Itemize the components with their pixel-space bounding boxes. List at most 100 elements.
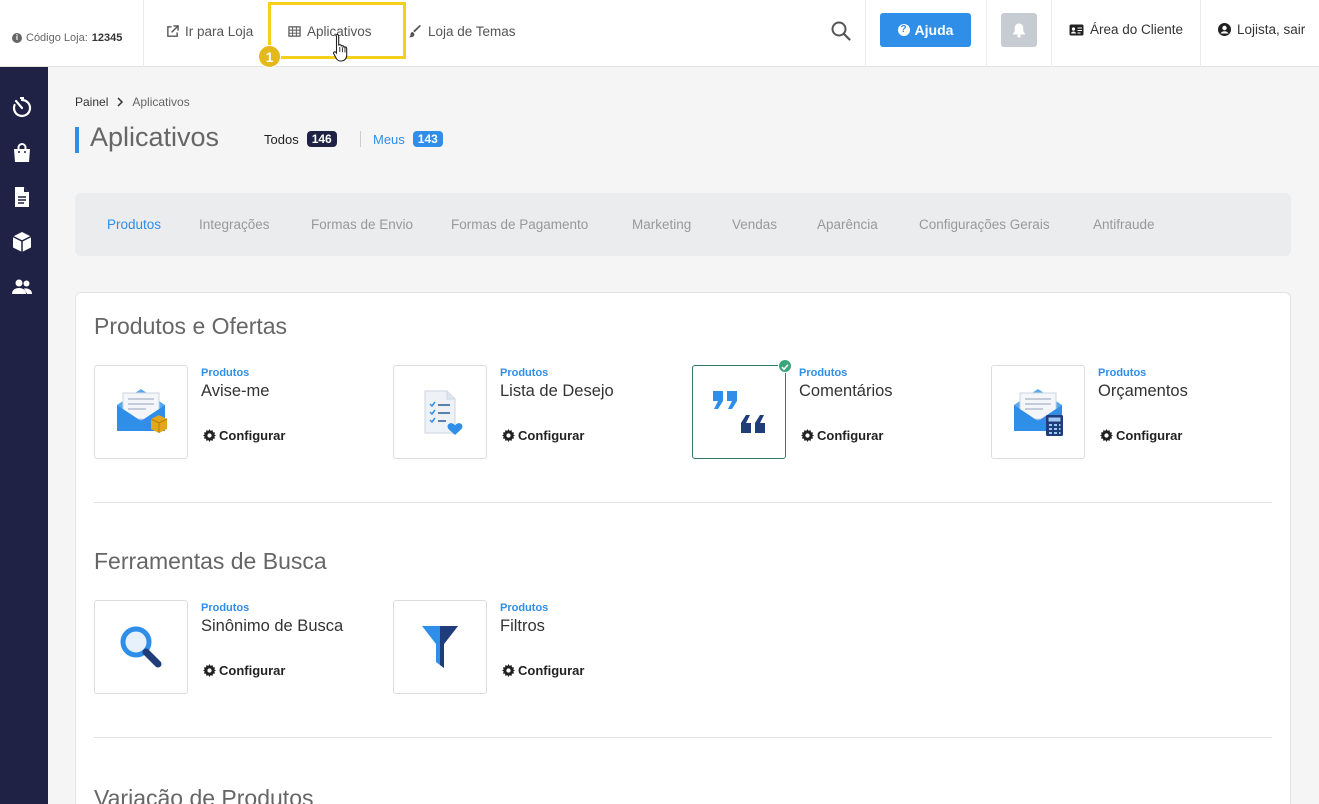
- users-icon: [12, 279, 32, 294]
- tab-marketing[interactable]: Marketing: [632, 217, 691, 232]
- gear-icon: [203, 664, 216, 677]
- app-name: Filtros: [500, 617, 545, 635]
- app-name: Orçamentos: [1098, 382, 1188, 400]
- app-category: Produtos: [500, 602, 549, 614]
- go-to-store-link[interactable]: Ir para Loja: [166, 22, 253, 40]
- sidebar-item-customers[interactable]: [10, 275, 34, 299]
- sidebar-item-content[interactable]: [10, 185, 34, 209]
- shopping-bag-icon: [14, 143, 30, 162]
- theme-store-link[interactable]: Loja de Temas: [409, 22, 516, 40]
- app-name: Comentários: [799, 382, 893, 400]
- configure-button[interactable]: Configurar: [203, 428, 285, 443]
- app-thumbnail[interactable]: [692, 359, 792, 459]
- app-thumbnail[interactable]: [94, 600, 188, 694]
- divider: [1051, 0, 1052, 67]
- gear-icon: [203, 429, 216, 442]
- configure-button[interactable]: Configurar: [203, 663, 285, 678]
- breadcrumb: Painel Aplicativos: [75, 95, 190, 109]
- filter-mine-label: Meus: [373, 131, 405, 147]
- gear-icon: [1100, 429, 1113, 442]
- document-icon: [15, 187, 29, 207]
- configure-label: Configurar: [1116, 428, 1183, 443]
- app-category: Produtos: [500, 367, 549, 379]
- divider: [865, 0, 866, 67]
- gear-icon: [502, 664, 515, 677]
- divider: [1200, 0, 1201, 67]
- configure-label: Configurar: [219, 428, 286, 443]
- app-name: Sinônimo de Busca: [201, 617, 344, 635]
- app-thumbnail[interactable]: [94, 365, 188, 459]
- envelope-calculator-icon: [1014, 389, 1063, 436]
- app-name: Avise-me: [201, 382, 270, 400]
- chevron-right-icon: [117, 97, 124, 107]
- info-icon: i: [12, 33, 22, 43]
- divider: [143, 0, 144, 67]
- wishlist-icon: [424, 390, 463, 435]
- section-divider: [94, 502, 1272, 503]
- go-to-store-label: Ir para Loja: [185, 23, 254, 39]
- section-title: Variação de Produtos: [94, 785, 314, 804]
- envelope-box-icon: [117, 389, 168, 433]
- tab-formas-de-pagamento[interactable]: Formas de Pagamento: [451, 217, 588, 232]
- configure-button[interactable]: Configurar: [1100, 428, 1182, 443]
- divider: [360, 131, 361, 147]
- divider: [986, 0, 987, 67]
- sidebar-item-dashboard[interactable]: [10, 96, 34, 120]
- tab-integracoes[interactable]: Integrações: [199, 217, 270, 232]
- filter-all-count: 146: [306, 131, 337, 147]
- tab-produtos[interactable]: Produtos: [107, 217, 161, 232]
- tab-antifraude[interactable]: Antifraude: [1093, 217, 1155, 232]
- stopwatch-icon: [12, 97, 32, 118]
- question-icon: ?: [897, 24, 910, 36]
- tab-formas-de-envio[interactable]: Formas de Envio: [311, 217, 413, 232]
- top-bar: i Código Loja: 12345 Ir para Loja Aplica…: [0, 0, 1319, 68]
- category-tabs: Produtos Integrações Formas de Envio For…: [75, 193, 1291, 256]
- store-code: i Código Loja: 12345: [12, 32, 122, 44]
- app-category: Produtos: [799, 367, 848, 379]
- store-code-label: Código Loja:: [26, 32, 88, 44]
- hand-cursor-icon: [333, 33, 348, 62]
- configure-button[interactable]: Configurar: [502, 428, 584, 443]
- filter-mine[interactable]: Meus 143: [373, 131, 443, 147]
- page-title: Aplicativos: [90, 122, 220, 152]
- store-code-value: 12345: [91, 32, 123, 44]
- funnel-icon: [422, 626, 458, 668]
- configure-button[interactable]: Configurar: [502, 663, 584, 678]
- gear-icon: [801, 429, 814, 442]
- filter-mine-count: 143: [412, 131, 443, 147]
- help-button[interactable]: ? Ajuda: [880, 13, 971, 47]
- theme-store-label: Loja de Temas: [428, 23, 516, 39]
- search-button[interactable]: [830, 20, 852, 47]
- section-divider: [94, 737, 1272, 738]
- tab-configuracoes-gerais[interactable]: Configurações Gerais: [919, 217, 1050, 232]
- app-thumbnail[interactable]: [991, 365, 1085, 459]
- notifications-button[interactable]: [1001, 13, 1037, 47]
- external-link-icon: [167, 24, 179, 37]
- logout-label: Lojista, sair: [1237, 22, 1306, 37]
- sidebar: [0, 67, 48, 804]
- user-circle-icon: [1218, 23, 1231, 36]
- brush-icon: [409, 24, 422, 37]
- id-card-icon: [1069, 24, 1084, 35]
- app-category: Produtos: [201, 602, 250, 614]
- breadcrumb-home[interactable]: Painel: [75, 95, 108, 109]
- tab-vendas[interactable]: Vendas: [732, 217, 777, 232]
- logout-link[interactable]: Lojista, sair: [1218, 22, 1305, 37]
- client-area-link[interactable]: Área do Cliente: [1069, 22, 1183, 37]
- quotes-icon: [713, 391, 765, 433]
- help-label: Ajuda: [914, 22, 954, 38]
- sidebar-item-orders[interactable]: [10, 141, 34, 165]
- sidebar-item-products[interactable]: [10, 230, 34, 254]
- box-icon: [12, 232, 32, 252]
- client-area-label: Área do Cliente: [1090, 22, 1184, 37]
- configure-button[interactable]: Configurar: [801, 428, 883, 443]
- bell-icon: [1013, 23, 1025, 38]
- tab-aparencia[interactable]: Aparência: [817, 217, 878, 232]
- gear-icon: [502, 429, 515, 442]
- app-thumbnail[interactable]: [393, 600, 487, 694]
- magnifier-icon: [120, 626, 162, 668]
- filter-all[interactable]: Todos 146: [264, 131, 337, 147]
- installed-check-icon: [778, 359, 792, 373]
- app-category: Produtos: [201, 367, 250, 379]
- app-thumbnail[interactable]: [393, 365, 487, 459]
